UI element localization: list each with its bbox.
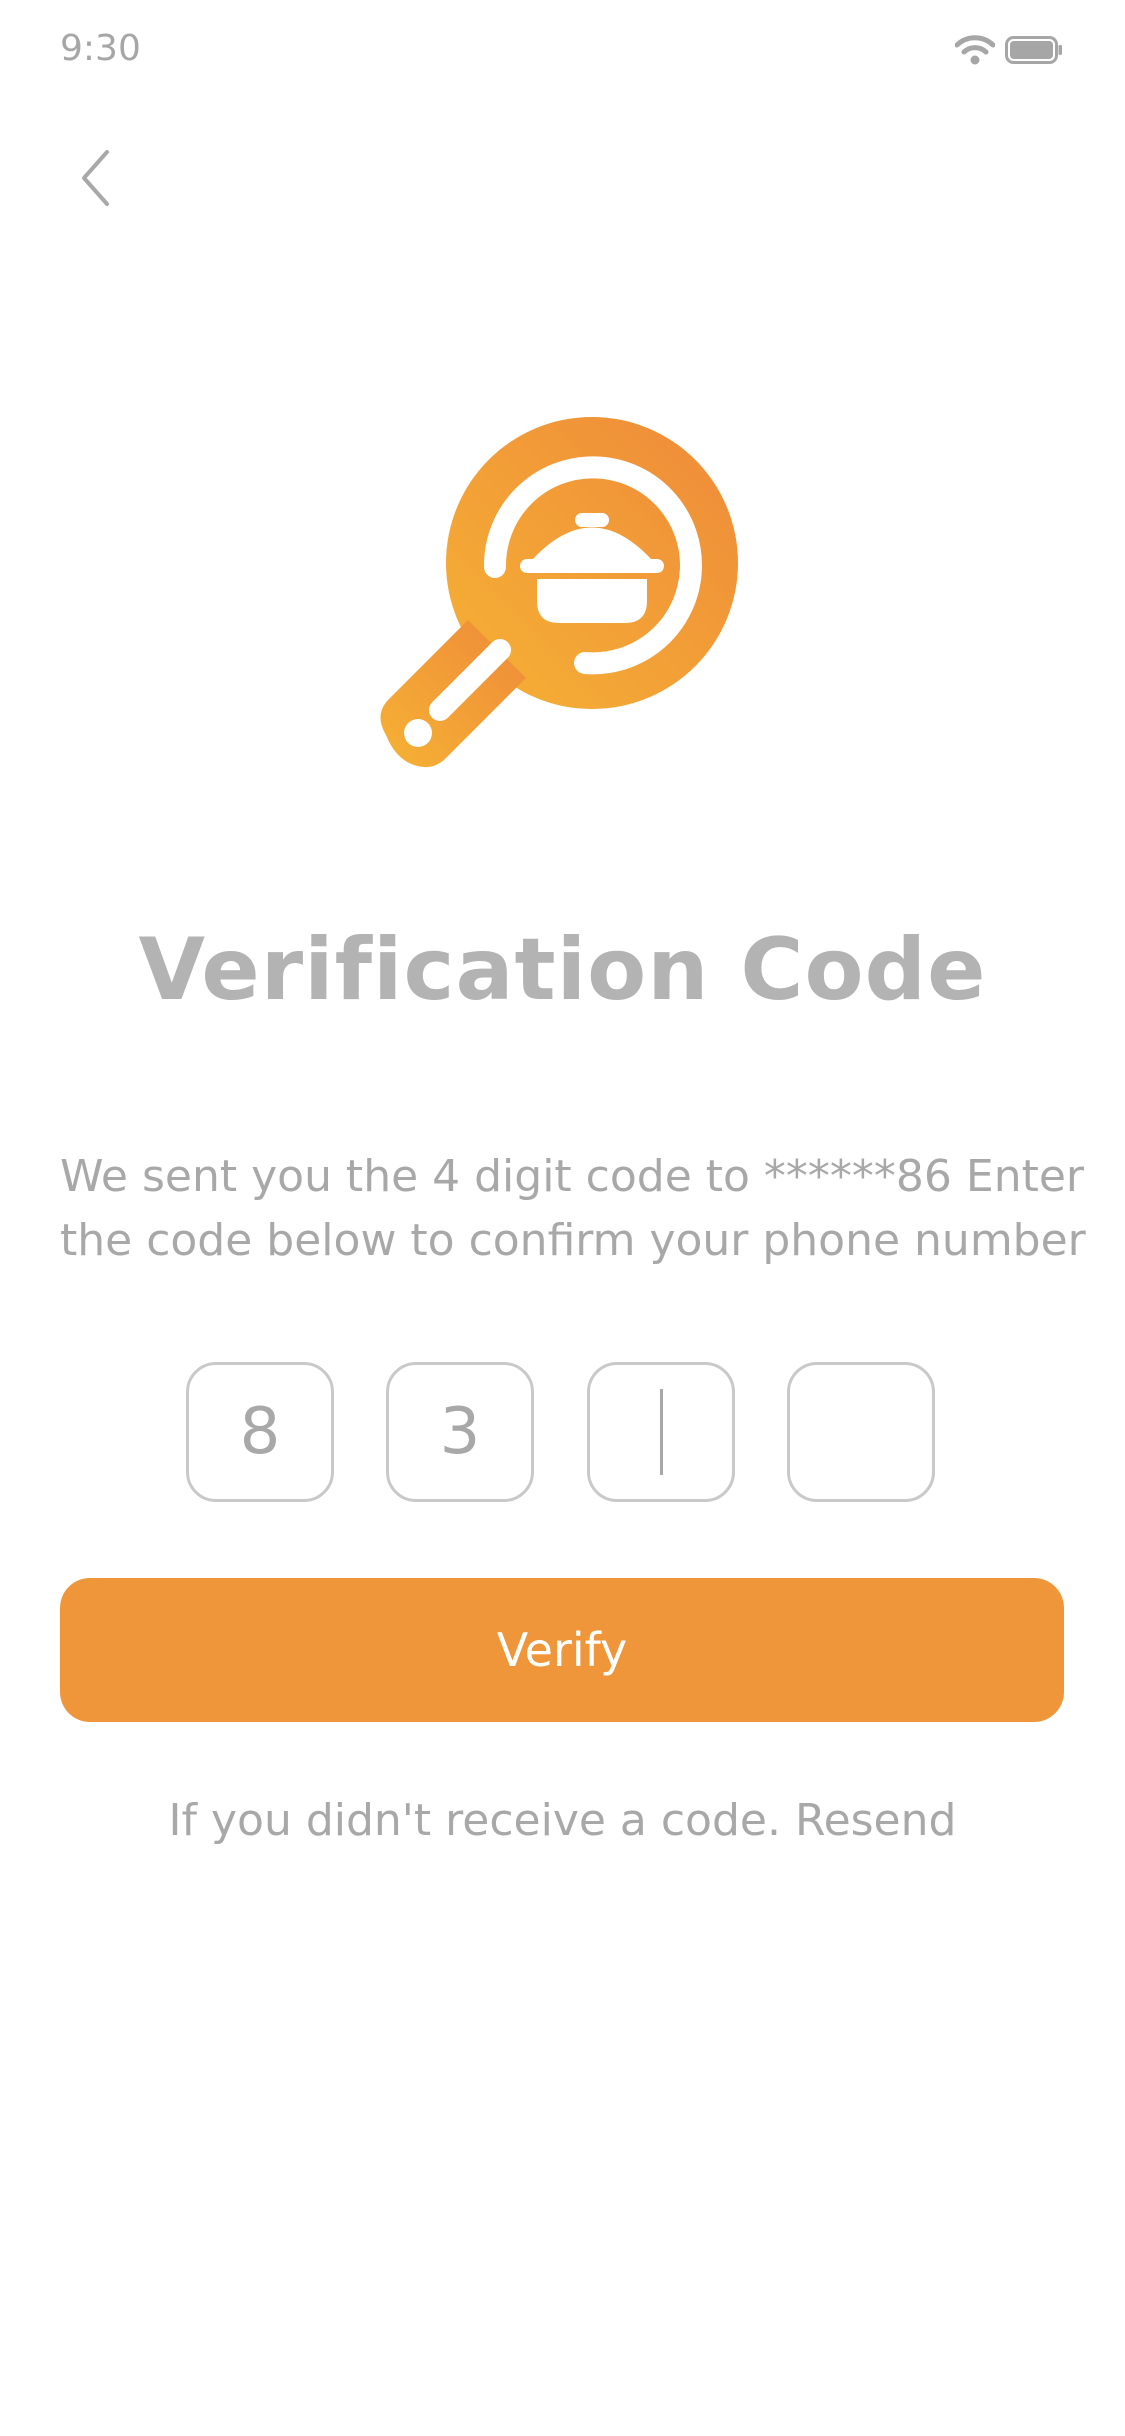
app-logo bbox=[380, 415, 750, 785]
resend-row: If you didn't receive a code. Resend bbox=[0, 1795, 1125, 1846]
instruction-line-2: the code below to confirm your phone num… bbox=[60, 1215, 1086, 1266]
wifi-icon bbox=[954, 34, 996, 70]
code-digit-input-3[interactable] bbox=[587, 1362, 735, 1502]
code-digit-input-4[interactable] bbox=[787, 1362, 935, 1502]
text-cursor bbox=[659, 1389, 663, 1475]
chevron-left-icon bbox=[78, 148, 112, 212]
resend-link[interactable]: Resend bbox=[795, 1795, 956, 1846]
status-bar: 9:30 bbox=[0, 0, 1125, 100]
status-time: 9:30 bbox=[60, 28, 141, 69]
frying-pan-pot-logo bbox=[380, 417, 738, 768]
instruction-text: We sent you the 4 digit code to ******86… bbox=[60, 1145, 1086, 1273]
code-digit-input-1[interactable]: 8 bbox=[186, 1362, 334, 1502]
code-digit-input-2[interactable]: 3 bbox=[386, 1362, 534, 1502]
back-button[interactable] bbox=[70, 145, 120, 215]
verify-button-label: Verify bbox=[496, 1623, 628, 1677]
instruction-line-1: We sent you the 4 digit code to ******86… bbox=[60, 1151, 1084, 1202]
battery-icon bbox=[1005, 35, 1063, 69]
status-icons bbox=[954, 34, 1063, 70]
code-input-group: 8 3 bbox=[186, 1362, 941, 1506]
verify-button[interactable]: Verify bbox=[60, 1578, 1064, 1722]
resend-prompt: If you didn't receive a code. bbox=[168, 1795, 781, 1846]
page-title: Verification Code bbox=[138, 920, 987, 1020]
